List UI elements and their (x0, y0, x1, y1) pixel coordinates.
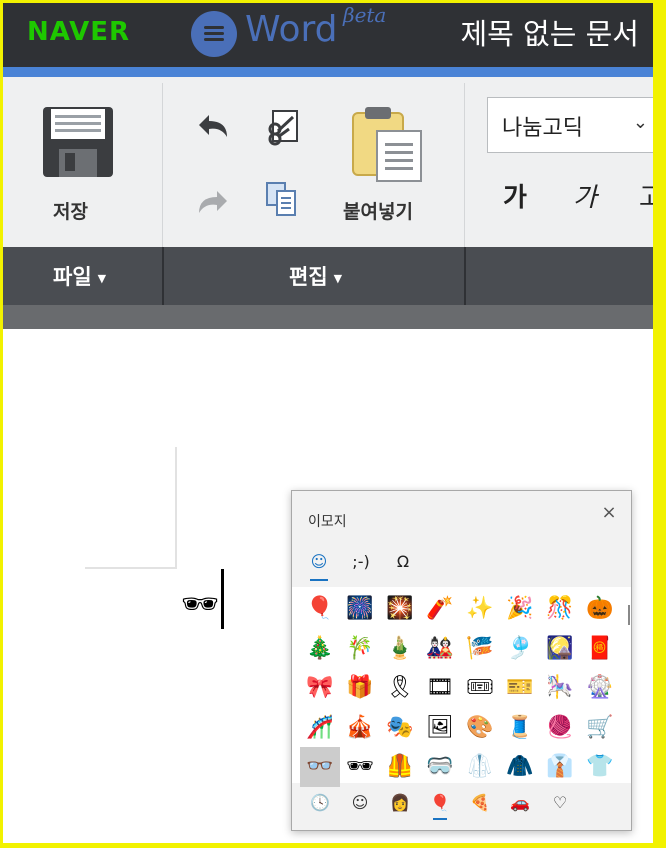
chevron-down-icon: ⌄ (632, 112, 648, 133)
emoji-cell[interactable]: 🎃 (580, 589, 620, 629)
emoji-grid: 🎈 🎆 🎇 🧨 ✨ 🎉 🎊 🎃 🎄 🎋 🎍 🎎 🎏 🎐 🎑 🧧 🎀 🎁 🎗 🎞 🎟 🎫 🎠 🎡 🎢 🎪 🎭 🖼 🎨 🧵 🧶 🛒 👓 🕶 🦺 🥽 🥼 🧥 👔 👕 (292, 587, 631, 787)
triangle-down-icon: ▼ (97, 271, 107, 285)
emoji-cell[interactable]: 🎠 (540, 668, 580, 708)
emoji-cell[interactable]: 🖼 (420, 708, 460, 748)
save-button[interactable]: 저장 (39, 105, 119, 223)
category-smiley-icon[interactable]: ☺ (340, 787, 380, 819)
undo-icon[interactable] (193, 111, 233, 141)
emoji-cell[interactable]: 🥽 (420, 747, 460, 787)
top-bar: NAVER Word βeta 제목 없는 문서 (3, 3, 653, 67)
font-family-value: 나눔고딕 (502, 116, 583, 141)
emoji-cell[interactable]: 🛒 (580, 708, 620, 748)
edit-group-label: 편집 (289, 265, 328, 289)
emoji-cell[interactable]: 🎑 (540, 629, 580, 669)
page-margin-guide (175, 447, 177, 569)
category-travel-icon[interactable]: 🚗 (500, 787, 540, 819)
emoji-cell[interactable]: 🎋 (340, 629, 380, 669)
category-heart-icon[interactable]: ♡ (540, 787, 580, 819)
emoji-cell[interactable]: 🎟 (460, 668, 500, 708)
emoji-cell[interactable]: 🎊 (540, 589, 580, 629)
emoji-cell[interactable]: 🎍 (380, 629, 420, 669)
emoji-cell[interactable]: 🎡 (580, 668, 620, 708)
emoji-cell[interactable]: 🥼 (460, 747, 500, 787)
emoji-cell[interactable]: 🎎 (420, 629, 460, 669)
emoji-cell[interactable]: 🎗 (380, 668, 420, 708)
emoji-panel: 이모지 × ☺ ;-) Ω 🎈 🎆 🎇 🧨 ✨ 🎉 🎊 🎃 🎄 🎋 🎍 🎎 🎏 🎐 🎑 🧧 🎀 🎁 🎗 🎞 🎟 🎫 🎠 🎡 🎢 🎪… (291, 490, 632, 831)
app-window: NAVER Word βeta 제목 없는 문서 저장 붙여넣기 나눔고딕 ⌄ … (3, 3, 653, 843)
font-family-select[interactable]: 나눔고딕 ⌄ (487, 97, 653, 153)
inserted-sunglasses-emoji: 🕶 (181, 587, 220, 622)
tab-symbols[interactable]: Ω (386, 547, 420, 577)
text-cursor (221, 569, 224, 629)
tab-kaomoji[interactable]: ;-) (344, 547, 378, 577)
emoji-cell[interactable]: 🎪 (340, 708, 380, 748)
ribbon-divider (162, 83, 163, 247)
emoji-cell[interactable]: 🎇 (380, 589, 420, 629)
emoji-cell[interactable]: 🎨 (460, 708, 500, 748)
clipboard-icon (352, 107, 422, 182)
app-name: Word (245, 9, 338, 50)
accent-bar (3, 67, 653, 77)
document-title[interactable]: 제목 없는 문서 (460, 11, 639, 53)
file-group-menu[interactable]: 파일 ▼ (53, 261, 106, 291)
emoji-cell[interactable]: 🧨 (420, 589, 460, 629)
ribbon-group-bar: 파일 ▼ 편집 ▼ (3, 247, 653, 305)
emoji-cell[interactable]: 🕶 (340, 747, 380, 787)
emoji-cell[interactable]: 👔 (540, 747, 580, 787)
cut-icon[interactable] (263, 107, 303, 147)
category-food-icon[interactable]: 🍕 (460, 787, 500, 819)
ribbon: 저장 붙여넣기 나눔고딕 ⌄ 가 가 고 (3, 77, 653, 247)
emoji-cell[interactable]: 🎢 (300, 708, 340, 748)
emoji-cell[interactable]: 🎏 (460, 629, 500, 669)
emoji-cell[interactable]: 🎐 (500, 629, 540, 669)
bold-button[interactable]: 가 (503, 177, 527, 214)
page-margin-guide (85, 567, 177, 569)
category-people-icon[interactable]: 👩 (380, 787, 420, 819)
emoji-panel-title: 이모지 (308, 514, 347, 530)
copy-icon[interactable] (263, 179, 303, 219)
emoji-cell[interactable]: 🦺 (380, 747, 420, 787)
emoji-cell[interactable]: 🧥 (500, 747, 540, 787)
ruler-bar (3, 305, 653, 329)
ribbon-divider (464, 83, 465, 247)
emoji-cell[interactable]: 🎄 (300, 629, 340, 669)
italic-button[interactable]: 가 (573, 177, 597, 214)
emoji-cell[interactable]: 👓 (300, 747, 340, 787)
emoji-cell[interactable]: 🎭 (380, 708, 420, 748)
scrollbar-thumb[interactable] (628, 605, 630, 625)
triangle-down-icon: ▼ (333, 271, 343, 285)
floppy-disk-icon (43, 107, 113, 177)
emoji-cell[interactable]: 🧶 (540, 708, 580, 748)
tab-emoji[interactable]: ☺ (302, 547, 336, 577)
emoji-cell[interactable]: ✨ (460, 589, 500, 629)
close-icon[interactable]: × (597, 501, 621, 525)
edit-group-menu[interactable]: 편집 ▼ (289, 261, 342, 291)
group-divider (464, 247, 466, 305)
emoji-cell[interactable]: 🎁 (340, 668, 380, 708)
redo-icon[interactable] (193, 187, 233, 217)
paste-button[interactable]: 붙여넣기 (343, 105, 443, 225)
emoji-cell[interactable]: 👕 (580, 747, 620, 787)
save-label: 저장 (53, 201, 88, 223)
emoji-cell[interactable]: 🧵 (500, 708, 540, 748)
emoji-cell[interactable]: 🎆 (340, 589, 380, 629)
emoji-cell[interactable]: 🧧 (580, 629, 620, 669)
file-group-label: 파일 (53, 265, 92, 289)
category-celebration-icon[interactable]: 🎈 (420, 787, 460, 819)
word-logo-icon[interactable] (191, 11, 237, 57)
beta-badge: βeta (343, 3, 387, 27)
category-recent-icon[interactable]: 🕓 (300, 787, 340, 819)
underline-button[interactable]: 고 (639, 177, 653, 214)
emoji-cell[interactable]: 🎉 (500, 589, 540, 629)
paste-label: 붙여넣기 (343, 201, 413, 223)
group-divider (162, 247, 164, 305)
tab-active-indicator (310, 579, 328, 581)
emoji-cell[interactable]: 🎞 (420, 668, 460, 708)
emoji-cell[interactable]: 🎫 (500, 668, 540, 708)
emoji-cell[interactable]: 🎈 (300, 589, 340, 629)
emoji-cell[interactable]: 🎀 (300, 668, 340, 708)
naver-logo[interactable]: NAVER (27, 17, 130, 47)
